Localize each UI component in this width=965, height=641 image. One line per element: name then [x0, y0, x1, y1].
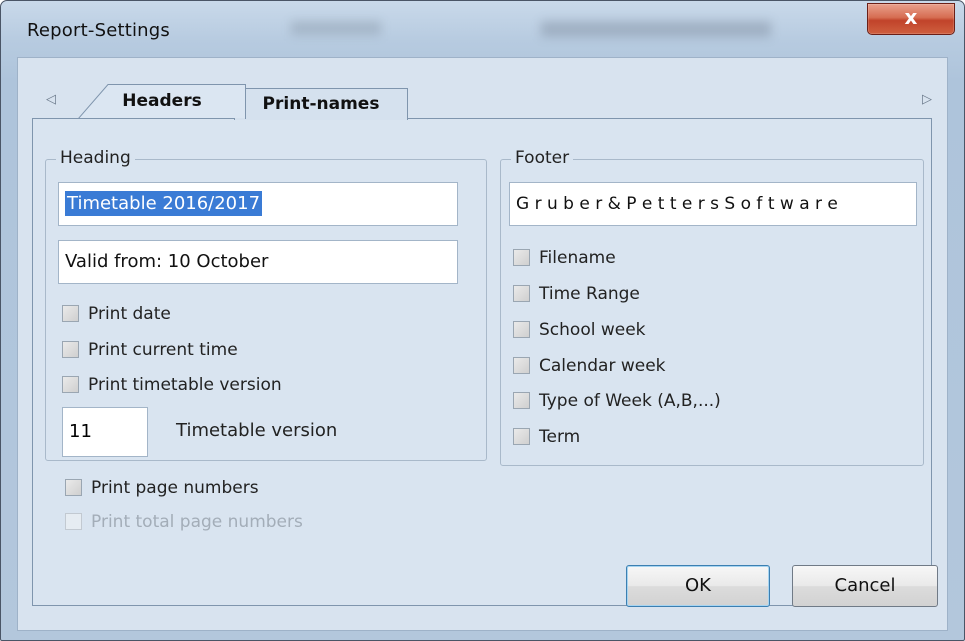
checkbox-box: [65, 479, 82, 496]
footer-text-input[interactable]: G r u b e r & P e t t e r s S o f t w a …: [509, 182, 917, 226]
checkbox-box: [62, 341, 79, 358]
checkbox-label: Filename: [539, 248, 616, 268]
checkbox-box: [65, 513, 82, 530]
tab-scroll-left-icon[interactable]: ◁: [46, 92, 56, 107]
checkbox-box: [513, 357, 530, 374]
checkbox-label: Print date: [88, 304, 171, 324]
background-blur: [541, 21, 771, 37]
checkbox-box: [513, 249, 530, 266]
footer-legend: Footer: [511, 148, 574, 168]
close-button[interactable]: x: [867, 3, 955, 35]
checkbox-box: [513, 285, 530, 302]
tab-scroll-right-icon[interactable]: ▷: [922, 92, 932, 107]
timetable-version-label: Timetable version: [176, 420, 338, 441]
tab-headers[interactable]: Headers: [78, 84, 246, 118]
window-title: Report-Settings: [27, 20, 170, 41]
heading-group: Heading Timetable 2016/2017 Valid from: …: [45, 148, 487, 461]
checkbox-box: [62, 305, 79, 322]
background-blur: [291, 21, 381, 35]
checkbox-label: Calendar week: [539, 356, 666, 376]
heading-line2-input[interactable]: Valid from: 10 October: [58, 240, 458, 284]
close-icon: x: [904, 5, 918, 29]
checkbox-label: Print page numbers: [91, 478, 259, 498]
checkbox-label: Print total page numbers: [91, 512, 303, 532]
title-bar[interactable]: Report-Settings x: [1, 1, 964, 53]
checkbox-box: [513, 428, 530, 445]
checkbox-label: Term: [539, 427, 581, 447]
tab-print-names[interactable]: Print-names: [234, 88, 408, 120]
checkbox-box: [513, 392, 530, 409]
checkbox-label: Type of Week (A,B,...): [539, 391, 721, 411]
timetable-version-input[interactable]: 11: [62, 407, 148, 457]
cancel-button[interactable]: Cancel: [792, 565, 938, 607]
checkbox-label: Print current time: [88, 340, 238, 360]
report-settings-window: Report-Settings x ◁ ▷ Print-names Header…: [0, 0, 965, 641]
footer-group: Footer G r u b e r & P e t t e r s S o f…: [500, 148, 924, 466]
checkbox-box: [62, 376, 79, 393]
heading-line1-input[interactable]: Timetable 2016/2017: [58, 182, 458, 226]
tab-panel-headers: Heading Timetable 2016/2017 Valid from: …: [32, 118, 932, 606]
dialog-client: ◁ ▷ Print-names Headers Heading Timetabl…: [17, 57, 948, 631]
ok-button[interactable]: OK: [626, 565, 770, 607]
checkbox-box: [513, 321, 530, 338]
checkbox-label: School week: [539, 320, 646, 340]
heading-legend: Heading: [56, 148, 135, 168]
selected-text: Timetable 2016/2017: [65, 191, 263, 216]
checkbox-label: Time Range: [539, 284, 640, 304]
checkbox-label: Print timetable version: [88, 375, 282, 395]
